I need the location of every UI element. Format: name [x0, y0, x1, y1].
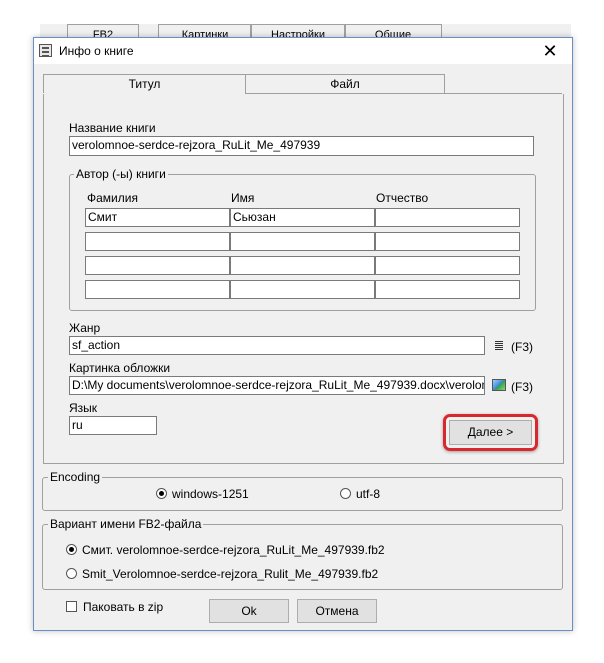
encoding-group [42, 477, 563, 511]
author-name-cell[interactable] [230, 256, 375, 275]
book-title-label: Название книги [69, 121, 156, 135]
language-label: Язык [69, 401, 98, 415]
author-name-cell[interactable] [230, 232, 375, 251]
dialog-title: Инфо о книге [59, 44, 134, 58]
tab-file[interactable]: Файл [245, 74, 445, 93]
zip-checkbox[interactable] [66, 601, 77, 612]
column-header-patronymic: Отчество [376, 191, 429, 205]
tab-title[interactable]: Титул [43, 74, 246, 93]
image-picker-icon[interactable] [492, 379, 506, 391]
genre-label: Жанр [69, 321, 101, 335]
author-surname-cell[interactable] [85, 280, 230, 299]
filename-variant-2-label[interactable]: Smit_Verolomnoe-serdce-rejzora_Rulit_Me_… [82, 567, 378, 581]
cover-label: Картинка обложки [69, 361, 171, 375]
language-field[interactable]: ru [69, 416, 157, 435]
encoding-windows-1251-radio[interactable] [156, 488, 167, 499]
cover-path-field[interactable]: D:\My documents\verolomnoe-serdce-rejzor… [69, 376, 485, 395]
cover-hotkey: (F3) [511, 380, 533, 394]
author-surname-cell[interactable]: Смит [85, 208, 230, 227]
cancel-button[interactable]: Отмена [297, 599, 377, 623]
zip-label[interactable]: Паковать в zip [83, 600, 163, 614]
author-surname-cell[interactable] [85, 256, 230, 275]
authors-group-label: Автор (-ы) книги [74, 167, 168, 181]
next-button[interactable]: Далее > [449, 420, 532, 445]
genre-field[interactable]: sf_action [69, 336, 485, 355]
author-surname-cell[interactable] [85, 232, 230, 251]
book-title-field[interactable]: verolomnoe-serdce-rejzora_RuLit_Me_49793… [69, 136, 534, 156]
title-bar[interactable]: Инфо о книге ✕ [34, 38, 572, 64]
filename-variant-group-label: Вариант имени FB2-файла [48, 517, 204, 531]
author-patronymic-cell[interactable] [375, 280, 520, 299]
filename-variant-1-radio[interactable] [66, 544, 77, 555]
genre-hotkey: (F3) [511, 340, 533, 354]
column-header-name: Имя [231, 191, 255, 205]
genre-list-icon[interactable] [495, 341, 503, 352]
filename-variant-1-label[interactable]: Смит. verolomnoe-serdce-rejzora_RuLit_Me… [82, 543, 385, 557]
author-patronymic-cell[interactable] [375, 256, 520, 275]
ok-button[interactable]: Ok [209, 599, 289, 623]
background-tab-pictures: Картинки [158, 24, 252, 38]
background-tab-fb2: FB2 [67, 24, 139, 38]
encoding-utf8-label[interactable]: utf-8 [356, 487, 380, 501]
author-patronymic-cell[interactable] [375, 232, 520, 251]
encoding-group-label: Encoding [48, 470, 103, 484]
column-header-surname: Фамилия [87, 191, 138, 205]
encoding-utf8-radio[interactable] [340, 488, 351, 499]
author-patronymic-cell[interactable] [375, 208, 520, 227]
author-name-cell[interactable] [230, 280, 375, 299]
encoding-windows-1251-label[interactable]: windows-1251 [172, 487, 249, 501]
author-name-cell[interactable]: Сьюзан [230, 208, 375, 227]
background-tab-general: Общие [344, 24, 442, 38]
background-tab-settings: Настройки [250, 24, 346, 38]
app-icon [39, 44, 52, 57]
filename-variant-2-radio[interactable] [66, 568, 77, 579]
close-icon[interactable]: ✕ [528, 38, 572, 64]
